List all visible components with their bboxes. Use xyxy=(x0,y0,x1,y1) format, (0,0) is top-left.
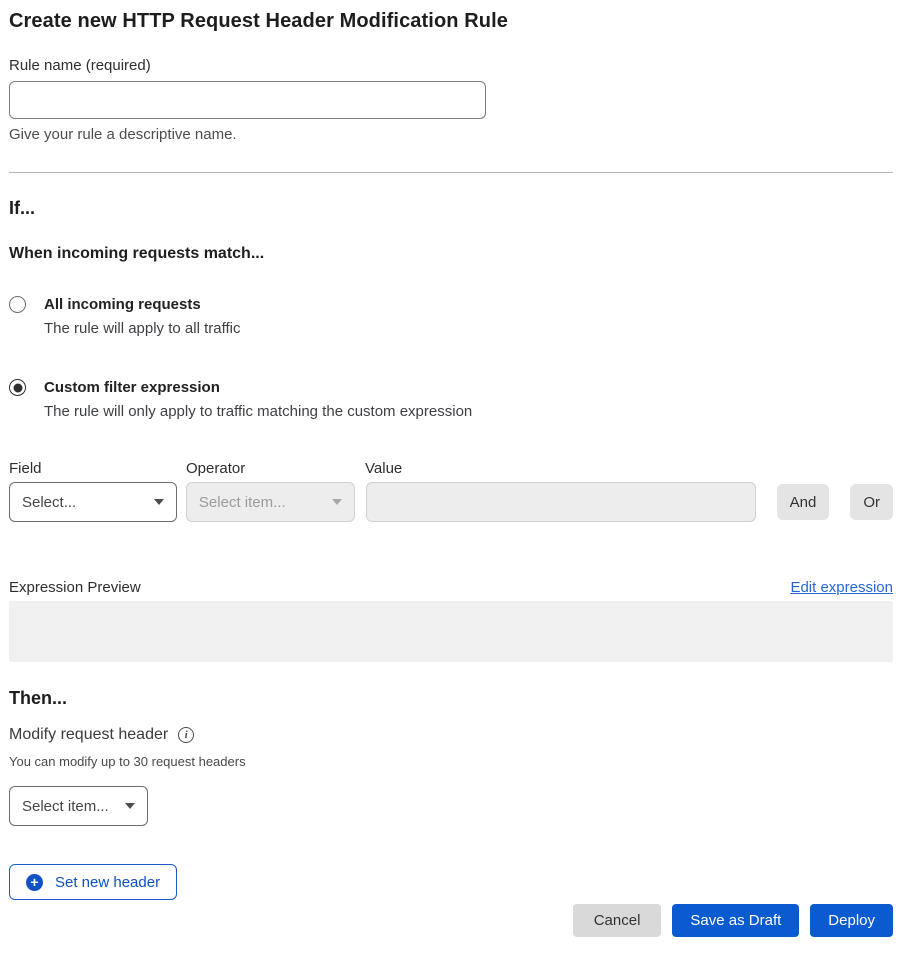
field-select-value: Select... xyxy=(22,494,76,511)
value-input xyxy=(366,482,756,522)
expression-preview-box xyxy=(9,601,893,662)
expression-preview-label: Expression Preview xyxy=(9,579,141,596)
edit-expression-link[interactable]: Edit expression xyxy=(790,579,893,596)
match-radio-group: All incoming requests The rule will appl… xyxy=(9,295,893,422)
radio-option-custom-filter[interactable]: Custom filter expression The rule will o… xyxy=(9,378,893,422)
field-label: Field xyxy=(9,460,186,477)
header-action-select[interactable]: Select item... xyxy=(9,786,148,826)
filter-labels-row: Field Operator Value xyxy=(9,460,893,477)
info-icon[interactable] xyxy=(178,727,194,743)
filter-controls-row: Select... Select item... And Or xyxy=(9,482,893,522)
operator-label: Operator xyxy=(186,460,365,477)
section-divider xyxy=(9,172,893,173)
set-new-header-button[interactable]: Set new header xyxy=(9,864,177,900)
page-title: Create new HTTP Request Header Modificat… xyxy=(9,8,893,35)
if-heading: If... xyxy=(9,196,893,220)
set-new-header-label: Set new header xyxy=(55,874,160,891)
rule-name-input[interactable] xyxy=(9,81,486,119)
radio-option-label: Custom filter expression xyxy=(44,378,472,398)
save-as-draft-button[interactable]: Save as Draft xyxy=(672,904,799,937)
radio-option-all-incoming[interactable]: All incoming requests The rule will appl… xyxy=(9,295,893,339)
value-label: Value xyxy=(365,460,755,477)
radio-option-texts: All incoming requests The rule will appl… xyxy=(44,295,240,339)
radio-option-label: All incoming requests xyxy=(44,295,240,315)
field-select[interactable]: Select... xyxy=(9,482,177,522)
header-action-select-value: Select item... xyxy=(22,798,109,815)
deploy-button[interactable]: Deploy xyxy=(810,904,893,937)
radio-selected-icon[interactable] xyxy=(9,379,26,396)
chevron-down-icon xyxy=(332,499,342,505)
radio-option-description: The rule will apply to all traffic xyxy=(44,319,240,339)
rule-name-helper: Give your rule a descriptive name. xyxy=(9,125,893,145)
chevron-down-icon xyxy=(125,803,135,809)
expression-header-row: Expression Preview Edit expression xyxy=(9,579,893,596)
or-button[interactable]: Or xyxy=(850,484,893,520)
cancel-button[interactable]: Cancel xyxy=(573,904,662,937)
operator-select-value: Select item... xyxy=(199,494,286,511)
plus-circle-icon xyxy=(26,874,43,891)
modify-request-header-label: Modify request header xyxy=(9,724,168,745)
radio-option-description: The rule will only apply to traffic matc… xyxy=(44,402,472,422)
and-button[interactable]: And xyxy=(777,484,830,520)
rule-name-label: Rule name (required) xyxy=(9,56,893,76)
match-subheading: When incoming requests match... xyxy=(9,243,893,264)
modify-header-helper: You can modify up to 30 request headers xyxy=(9,754,893,769)
create-rule-page: Create new HTTP Request Header Modificat… xyxy=(0,0,899,957)
footer-actions: Cancel Save as Draft Deploy xyxy=(9,904,893,937)
modify-header-row: Modify request header xyxy=(9,724,893,745)
radio-option-texts: Custom filter expression The rule will o… xyxy=(44,378,472,422)
chevron-down-icon xyxy=(154,499,164,505)
operator-select: Select item... xyxy=(186,482,355,522)
radio-unselected-icon[interactable] xyxy=(9,296,26,313)
then-heading: Then... xyxy=(9,686,893,710)
